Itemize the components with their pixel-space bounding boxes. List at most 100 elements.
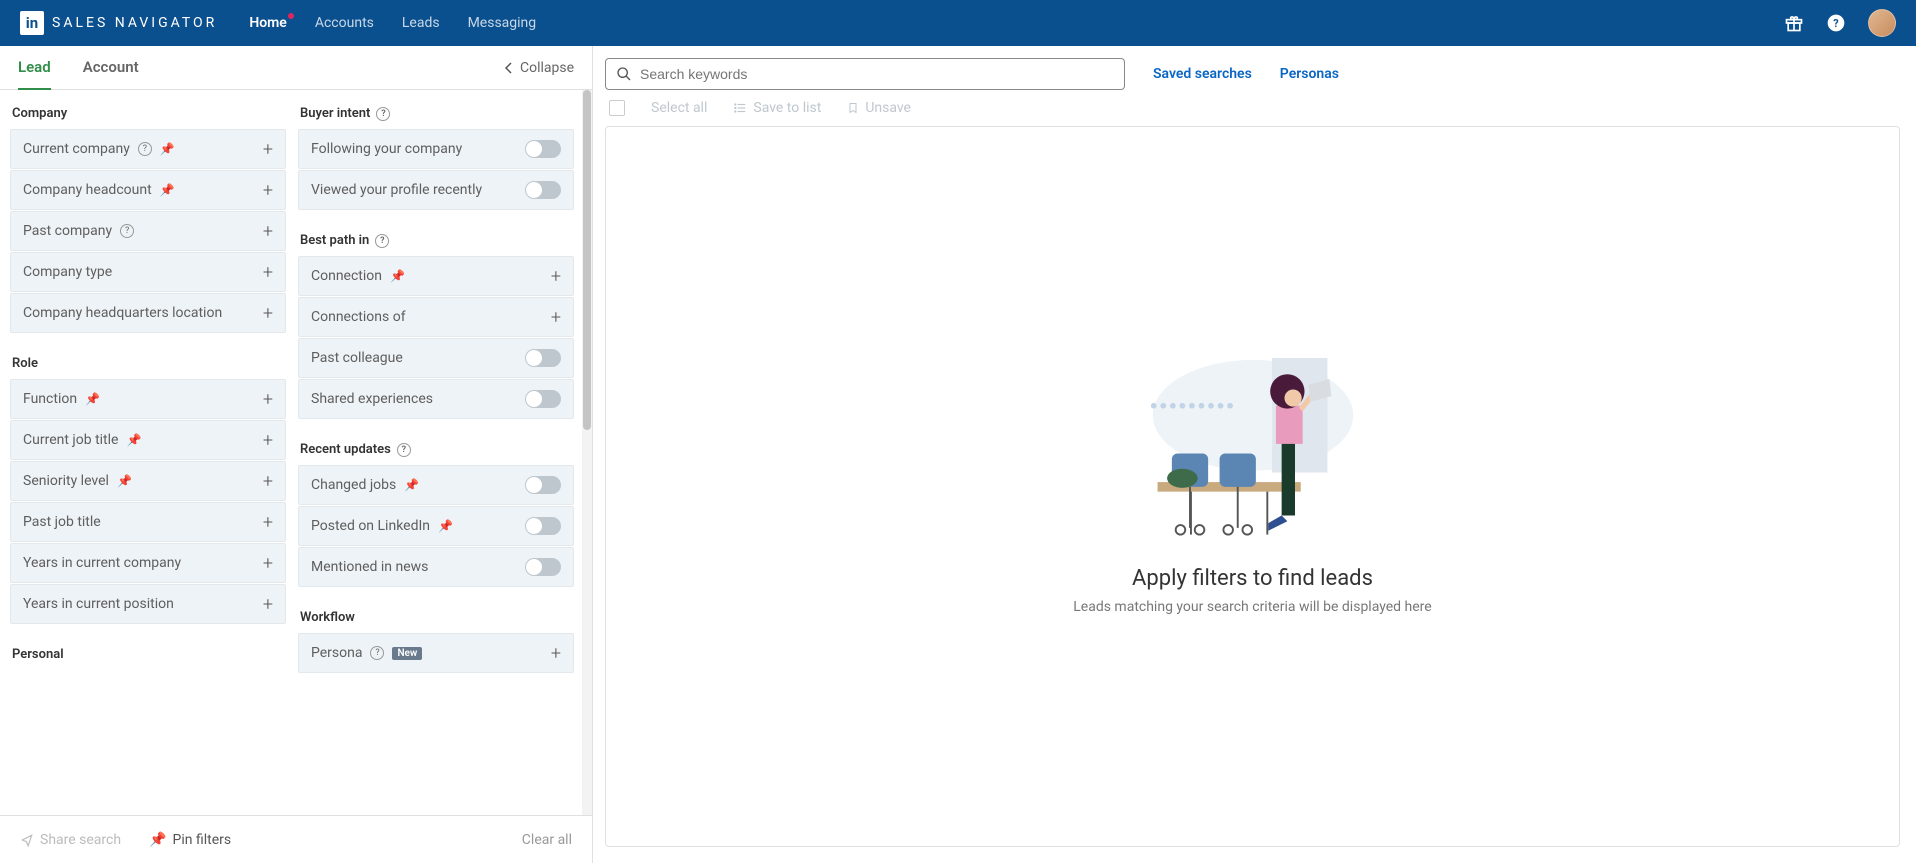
filter-function[interactable]: Function📌 + [10,379,286,419]
filter-company-type[interactable]: Company type + [10,252,286,292]
toggle[interactable] [525,140,561,158]
section-workflow: Workflow [298,606,574,633]
toggle[interactable] [525,181,561,199]
share-icon [20,833,34,847]
avatar[interactable] [1868,9,1896,37]
filter-company-headcount[interactable]: Company headcount📌 + [10,170,286,210]
toggle[interactable] [525,558,561,576]
empty-state-illustration [1148,358,1358,549]
filter-connection[interactable]: Connection📌 + [298,256,574,296]
filter-seniority-level[interactable]: Seniority level📌 + [10,461,286,501]
filter-persona[interactable]: Persona?New + [298,633,574,673]
pin-filters-button[interactable]: 📌 Pin filters [149,832,231,848]
info-icon: ? [376,107,390,121]
logo[interactable]: in SALES NAVIGATOR [20,11,217,35]
filter-company-hq[interactable]: Company headquarters location + [10,293,286,333]
plus-icon: + [263,262,273,283]
scrollbar[interactable] [582,90,592,815]
plus-icon: + [263,594,273,615]
empty-state-subtitle: Leads matching your search criteria will… [1073,599,1431,615]
info-icon: ? [375,234,389,248]
saved-searches-link[interactable]: Saved searches [1153,66,1252,82]
plus-icon: + [263,139,273,160]
nav-messaging[interactable]: Messaging [468,15,537,31]
toggle[interactable] [525,517,561,535]
gift-icon[interactable] [1784,13,1804,33]
new-badge: New [392,647,422,660]
filter-past-colleague[interactable]: Past colleague [298,338,574,378]
tab-account[interactable]: Account [83,46,139,90]
select-all-checkbox[interactable] [609,100,625,116]
toggle[interactable] [525,390,561,408]
toggle[interactable] [525,476,561,494]
nav-accounts[interactable]: Accounts [315,15,374,31]
filter-column-right: Buyer intent? Following your company Vie… [292,90,582,815]
filter-posted-linkedin[interactable]: Posted on LinkedIn📌 [298,506,574,546]
select-all-label: Select all [651,100,707,116]
section-role: Role [10,352,286,379]
filters-sidebar: Lead Account Collapse Company Current co… [0,46,593,863]
collapse-button[interactable]: Collapse [504,60,574,76]
nav-leads[interactable]: Leads [402,15,440,31]
plus-icon: + [263,553,273,574]
toggle[interactable] [525,349,561,367]
pin-icon: 📌 [117,474,132,488]
filter-current-job-title[interactable]: Current job title📌 + [10,420,286,460]
notification-dot-icon [288,13,294,19]
section-company: Company [10,102,286,129]
search-input[interactable] [640,66,1114,82]
info-icon: ? [120,224,134,238]
pin-icon: 📌 [390,269,405,283]
filter-past-job-title[interactable]: Past job title + [10,502,286,542]
plus-icon: + [551,307,561,328]
section-personal: Personal [10,643,286,670]
tab-lead[interactable]: Lead [18,46,51,90]
filter-years-position[interactable]: Years in current position + [10,584,286,624]
filter-connections-of[interactable]: Connections of + [298,297,574,337]
filter-following[interactable]: Following your company [298,129,574,169]
plus-icon: + [263,430,273,451]
nav-home[interactable]: Home [249,15,287,31]
filter-viewed-profile[interactable]: Viewed your profile recently [298,170,574,210]
plus-icon: + [263,221,273,242]
filter-years-company[interactable]: Years in current company + [10,543,286,583]
list-icon [733,101,747,115]
pin-icon: 📌 [438,519,453,533]
save-to-list-button[interactable]: Save to list [733,100,821,116]
plus-icon: + [551,266,561,287]
filter-changed-jobs[interactable]: Changed jobs📌 [298,465,574,505]
section-recent-updates: Recent updates? [298,438,574,465]
help-icon[interactable]: ? [1826,13,1846,33]
plus-icon: + [263,512,273,533]
pin-icon: 📌 [404,478,419,492]
brand-text: SALES NAVIGATOR [52,15,217,31]
filter-shared-experiences[interactable]: Shared experiences [298,379,574,419]
section-best-path: Best path in? [298,229,574,256]
filter-mentioned-news[interactable]: Mentioned in news [298,547,574,587]
filter-past-company[interactable]: Past company? + [10,211,286,251]
linkedin-icon: in [20,11,44,35]
top-nav: in SALES NAVIGATOR Home Accounts Leads M… [0,0,1916,46]
filter-current-company[interactable]: Current company?📌 + [10,129,286,169]
chevron-left-icon [504,62,514,74]
search-box[interactable] [605,58,1125,90]
plus-icon: + [263,303,273,324]
clear-all-button[interactable]: Clear all [522,832,572,848]
filter-column-left: Company Current company?📌 + Company head… [0,90,292,815]
unsave-button[interactable]: Unsave [847,100,911,116]
info-icon: ? [370,646,384,660]
results-canvas: Apply filters to find leads Leads matchi… [605,126,1900,847]
empty-state-title: Apply filters to find leads [1132,566,1373,591]
bookmark-icon [847,101,859,115]
search-icon [616,66,632,82]
info-icon: ? [397,443,411,457]
share-search-button[interactable]: Share search [20,832,121,848]
info-icon: ? [138,142,152,156]
plus-icon: + [551,643,561,664]
pin-icon: 📌 [160,183,175,197]
plus-icon: + [263,471,273,492]
pin-icon: 📌 [126,433,141,447]
plus-icon: + [263,180,273,201]
personas-link[interactable]: Personas [1280,66,1339,82]
main-panel: Saved searches Personas Select all Save … [593,46,1916,863]
